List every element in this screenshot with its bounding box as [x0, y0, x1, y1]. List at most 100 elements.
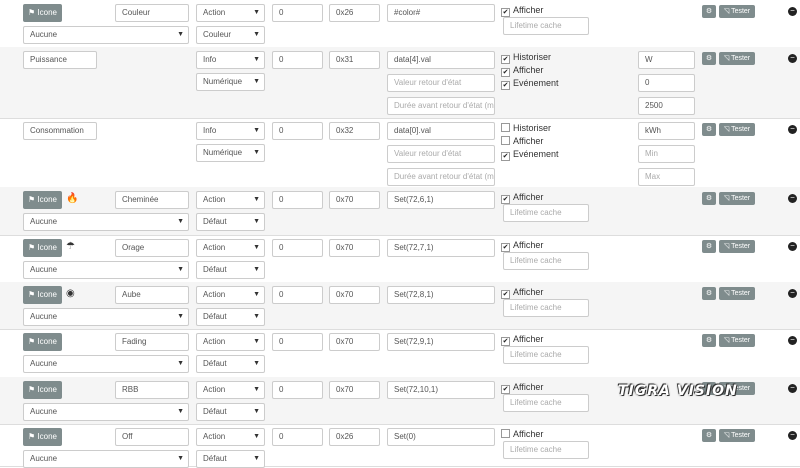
command-input[interactable]: Set(0)	[387, 428, 495, 446]
checkbox-box[interactable]: ✔	[501, 152, 510, 161]
subtype-select[interactable]: Défaut ▼	[196, 355, 265, 373]
address-input[interactable]: 0x70	[329, 191, 380, 209]
checkbox-box[interactable]: ✔	[501, 8, 510, 17]
subtype-select[interactable]: Couleur ▼	[196, 26, 265, 44]
lifetime-cache-input[interactable]: Lifetime cache	[503, 346, 589, 364]
configure-button[interactable]: ⚙	[702, 240, 716, 253]
command-name-input[interactable]: Cheminée	[115, 191, 189, 209]
unit-input[interactable]: W	[638, 51, 695, 69]
command-input[interactable]: Set(72,7,1)	[387, 239, 495, 257]
type-select[interactable]: Action ▼	[196, 428, 265, 446]
linked-object-select[interactable]: Aucune ▼	[23, 308, 189, 326]
configure-button[interactable]: ⚙	[702, 287, 716, 300]
subtype-select[interactable]: Défaut ▼	[196, 261, 265, 279]
test-button[interactable]: ◹ Tester	[719, 429, 755, 442]
test-button[interactable]: ◹ Tester	[719, 240, 755, 253]
checkbox-evénement[interactable]: ✔ Evénement	[501, 149, 559, 161]
linked-object-select[interactable]: Aucune ▼	[23, 213, 189, 231]
checkbox-afficher[interactable]: ✔ Afficher	[501, 382, 543, 394]
minus-circle-icon[interactable]: −	[788, 7, 797, 16]
checkbox-afficher[interactable]: ✔ Afficher	[501, 334, 543, 346]
type-select[interactable]: Info ▼	[196, 122, 265, 140]
value-input[interactable]: 0	[272, 51, 323, 69]
checkbox-afficher[interactable]: ✔ Afficher	[501, 192, 543, 204]
linked-object-select[interactable]: Aucune ▼	[23, 403, 189, 421]
return-state-delay-input[interactable]: Durée avant retour d'état (mi	[387, 168, 495, 186]
checkbox-box[interactable]	[501, 123, 510, 132]
lifetime-cache-input[interactable]: Lifetime cache	[503, 299, 589, 317]
checkbox-afficher[interactable]: Afficher	[501, 136, 543, 147]
test-button[interactable]: ◹ Tester	[719, 192, 755, 205]
checkbox-box[interactable]: ✔	[501, 337, 510, 346]
lifetime-cache-input[interactable]: Lifetime cache	[503, 17, 589, 35]
icon-select-button[interactable]: ⚑ Icone	[23, 4, 62, 22]
lifetime-cache-input[interactable]: Lifetime cache	[503, 252, 589, 270]
subtype-select[interactable]: Défaut ▼	[196, 450, 265, 468]
checkbox-box[interactable]	[501, 136, 510, 145]
type-select[interactable]: Action ▼	[196, 381, 265, 399]
type-select[interactable]: Info ▼	[196, 51, 265, 69]
icon-select-button[interactable]: ⚑ Icone	[23, 428, 62, 446]
configure-button[interactable]: ⚙	[702, 5, 716, 18]
checkbox-box[interactable]: ✔	[501, 55, 510, 64]
command-input[interactable]: #color#	[387, 4, 495, 22]
configure-button[interactable]: ⚙	[702, 334, 716, 347]
command-name-input[interactable]: Fading	[115, 333, 189, 351]
type-select[interactable]: Action ▼	[196, 286, 265, 304]
checkbox-box[interactable]: ✔	[501, 195, 510, 204]
command-name-input[interactable]: Couleur	[115, 4, 189, 22]
minus-circle-icon[interactable]: −	[788, 384, 797, 393]
minus-circle-icon[interactable]: −	[788, 336, 797, 345]
test-button[interactable]: ◹ Tester	[719, 5, 755, 18]
linked-object-select[interactable]: Aucune ▼	[23, 355, 189, 373]
minus-circle-icon[interactable]: −	[788, 242, 797, 251]
lifetime-cache-input[interactable]: Lifetime cache	[503, 441, 589, 459]
icon-select-button[interactable]: ⚑ Icone	[23, 381, 62, 399]
value-input[interactable]: 0	[272, 122, 323, 140]
checkbox-afficher[interactable]: ✔ Afficher	[501, 65, 543, 77]
value-input[interactable]: 0	[272, 4, 323, 22]
command-name-input[interactable]: Consommation	[23, 122, 97, 140]
return-state-delay-input[interactable]: Durée avant retour d'état (mi	[387, 97, 495, 115]
command-input[interactable]: Set(72,8,1)	[387, 286, 495, 304]
command-name-input[interactable]: Aube	[115, 286, 189, 304]
checkbox-box[interactable]: ✔	[501, 243, 510, 252]
checkbox-historiser[interactable]: ✔ Historiser	[501, 52, 551, 64]
command-name-input[interactable]: RBB	[115, 381, 189, 399]
address-input[interactable]: 0x70	[329, 286, 380, 304]
command-name-input[interactable]: Puissance	[23, 51, 97, 69]
configure-button[interactable]: ⚙	[702, 192, 716, 205]
value-input[interactable]: 0	[272, 381, 323, 399]
checkbox-afficher[interactable]: Afficher	[501, 429, 543, 440]
checkbox-afficher[interactable]: ✔ Afficher	[501, 240, 543, 252]
max-input[interactable]: 2500	[638, 97, 695, 115]
linked-object-select[interactable]: Aucune ▼	[23, 450, 189, 468]
command-input[interactable]: data[4].val	[387, 51, 495, 69]
type-select[interactable]: Action ▼	[196, 4, 265, 22]
type-select[interactable]: Action ▼	[196, 191, 265, 209]
max-input[interactable]: Max	[638, 168, 695, 186]
icon-select-button[interactable]: ⚑ Icone	[23, 286, 62, 304]
value-input[interactable]: 0	[272, 333, 323, 351]
icon-select-button[interactable]: ⚑ Icone	[23, 333, 62, 351]
lifetime-cache-input[interactable]: Lifetime cache	[503, 394, 589, 412]
test-button[interactable]: ◹ Tester	[719, 52, 755, 65]
address-input[interactable]: 0x26	[329, 428, 380, 446]
checkbox-box[interactable]: ✔	[501, 68, 510, 77]
icon-select-button[interactable]: ⚑ Icone	[23, 191, 62, 209]
address-input[interactable]: 0x70	[329, 381, 380, 399]
address-input[interactable]: 0x26	[329, 4, 380, 22]
type-select[interactable]: Action ▼	[196, 239, 265, 257]
checkbox-box[interactable]	[501, 429, 510, 438]
subtype-select[interactable]: Défaut ▼	[196, 213, 265, 231]
test-button[interactable]: ◹ Tester	[719, 123, 755, 136]
return-state-value-input[interactable]: Valeur retour d'état	[387, 74, 495, 92]
minus-circle-icon[interactable]: −	[788, 289, 797, 298]
configure-button[interactable]: ⚙	[702, 123, 716, 136]
configure-button[interactable]: ⚙	[702, 52, 716, 65]
command-input[interactable]: Set(72,10,1)	[387, 381, 495, 399]
subtype-select[interactable]: Défaut ▼	[196, 308, 265, 326]
subtype-select[interactable]: Numérique ▼	[196, 73, 265, 91]
value-input[interactable]: 0	[272, 239, 323, 257]
lifetime-cache-input[interactable]: Lifetime cache	[503, 204, 589, 222]
